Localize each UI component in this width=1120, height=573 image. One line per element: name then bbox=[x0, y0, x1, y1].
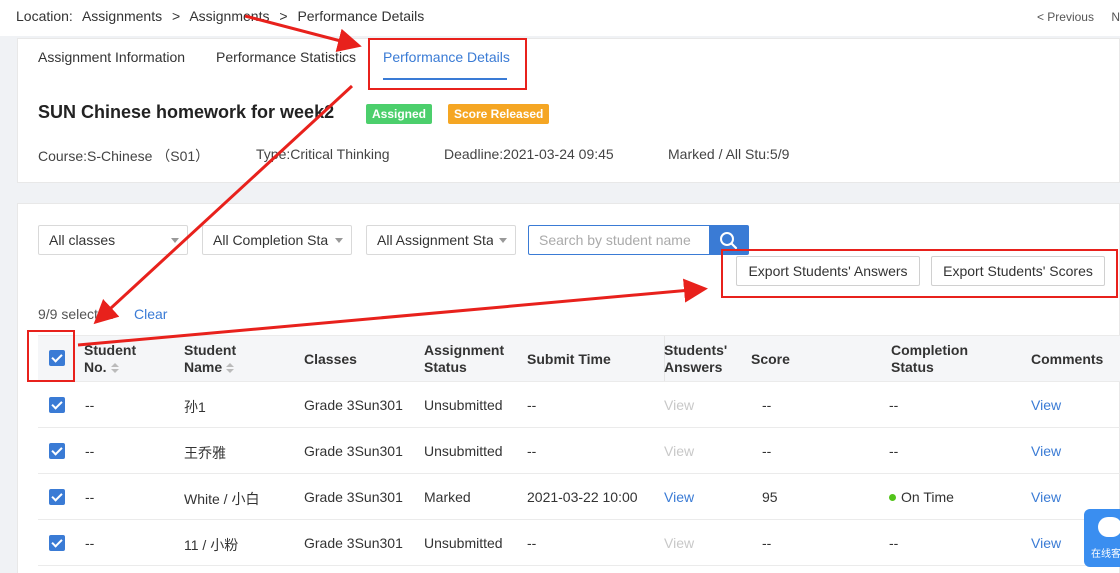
chat-label: 在线客 bbox=[1091, 549, 1120, 560]
chat-bubble-icon bbox=[1098, 517, 1120, 537]
chat-widget[interactable]: 在线客 bbox=[1084, 509, 1120, 567]
arrow-to-export bbox=[77, 278, 708, 347]
arrow-to-tab bbox=[244, 14, 362, 53]
annotation-arrows bbox=[77, 14, 708, 347]
arrow-to-checkbox bbox=[93, 84, 354, 325]
